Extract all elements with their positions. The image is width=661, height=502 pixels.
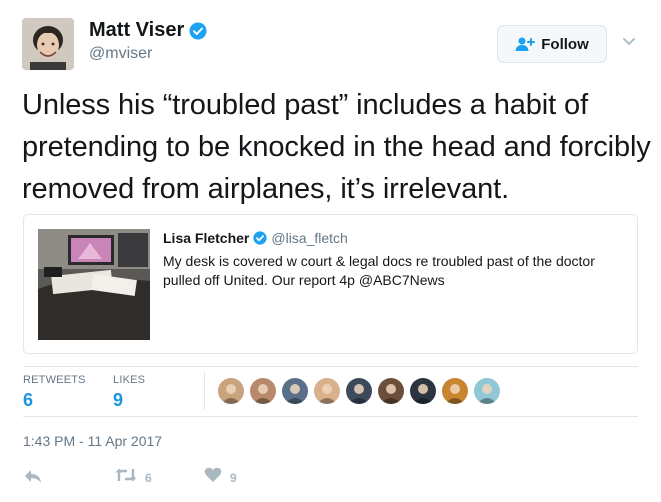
reply-icon — [23, 467, 43, 490]
liker-avatar[interactable] — [474, 378, 500, 404]
liker-avatars — [218, 378, 506, 404]
retweets-label: RETWEETS — [23, 374, 86, 386]
quoted-tweet-image[interactable] — [38, 229, 150, 340]
tweet-actions: 6 9 — [23, 467, 638, 491]
author-name[interactable]: Matt Viser — [89, 19, 184, 42]
likes-label: LIKES — [113, 374, 146, 386]
liker-avatar[interactable] — [218, 378, 244, 404]
retweet-action-count: 6 — [145, 470, 152, 485]
likes-stat[interactable]: LIKES 9 — [113, 374, 145, 411]
liker-avatar[interactable] — [378, 378, 404, 404]
add-user-icon — [515, 36, 536, 52]
retweets-count: 6 — [23, 390, 34, 410]
tweet-timestamp[interactable]: 1:43 PM - 11 Apr 2017 — [23, 433, 162, 449]
chevron-down-icon[interactable] — [622, 34, 636, 52]
retweet-icon — [115, 467, 137, 488]
like-button[interactable]: 9 — [204, 467, 237, 488]
reply-button[interactable] — [23, 467, 43, 490]
quoted-author-handle[interactable]: @lisa_fletch — [271, 230, 347, 246]
retweets-stat[interactable]: RETWEETS 6 — [23, 374, 86, 411]
like-action-count: 9 — [230, 470, 237, 485]
tweet-text: Unless his “troubled past” includes a ha… — [22, 89, 651, 205]
author-handle[interactable]: @mviser — [89, 45, 152, 63]
liker-avatar[interactable] — [442, 378, 468, 404]
liker-avatar[interactable] — [282, 378, 308, 404]
heart-icon — [204, 467, 222, 488]
liker-avatar[interactable] — [346, 378, 372, 404]
liker-avatar[interactable] — [250, 378, 276, 404]
follow-button-label: Follow — [541, 35, 589, 53]
quoted-author-name[interactable]: Lisa Fletcher — [163, 230, 249, 246]
author-avatar[interactable] — [22, 18, 74, 70]
divider — [204, 372, 205, 410]
quoted-author-row[interactable]: Lisa Fletcher @lisa_fletch — [163, 230, 348, 246]
follow-button[interactable]: Follow — [497, 25, 607, 63]
quoted-tweet-text: My desk is covered w court & legal docs … — [163, 253, 595, 288]
verified-badge-icon — [253, 231, 267, 245]
tweet-card: Matt Viser @mviser Follow Unless his “tr… — [0, 0, 661, 502]
divider — [23, 366, 638, 367]
quoted-tweet[interactable]: Lisa Fletcher @lisa_fletch My desk is co… — [23, 214, 638, 354]
liker-avatar[interactable] — [410, 378, 436, 404]
divider — [23, 416, 638, 417]
verified-badge-icon — [189, 22, 207, 40]
author-name-row[interactable]: Matt Viser — [89, 19, 207, 42]
liker-avatar[interactable] — [314, 378, 340, 404]
likes-count: 9 — [113, 390, 124, 410]
retweet-button[interactable]: 6 — [115, 467, 152, 488]
